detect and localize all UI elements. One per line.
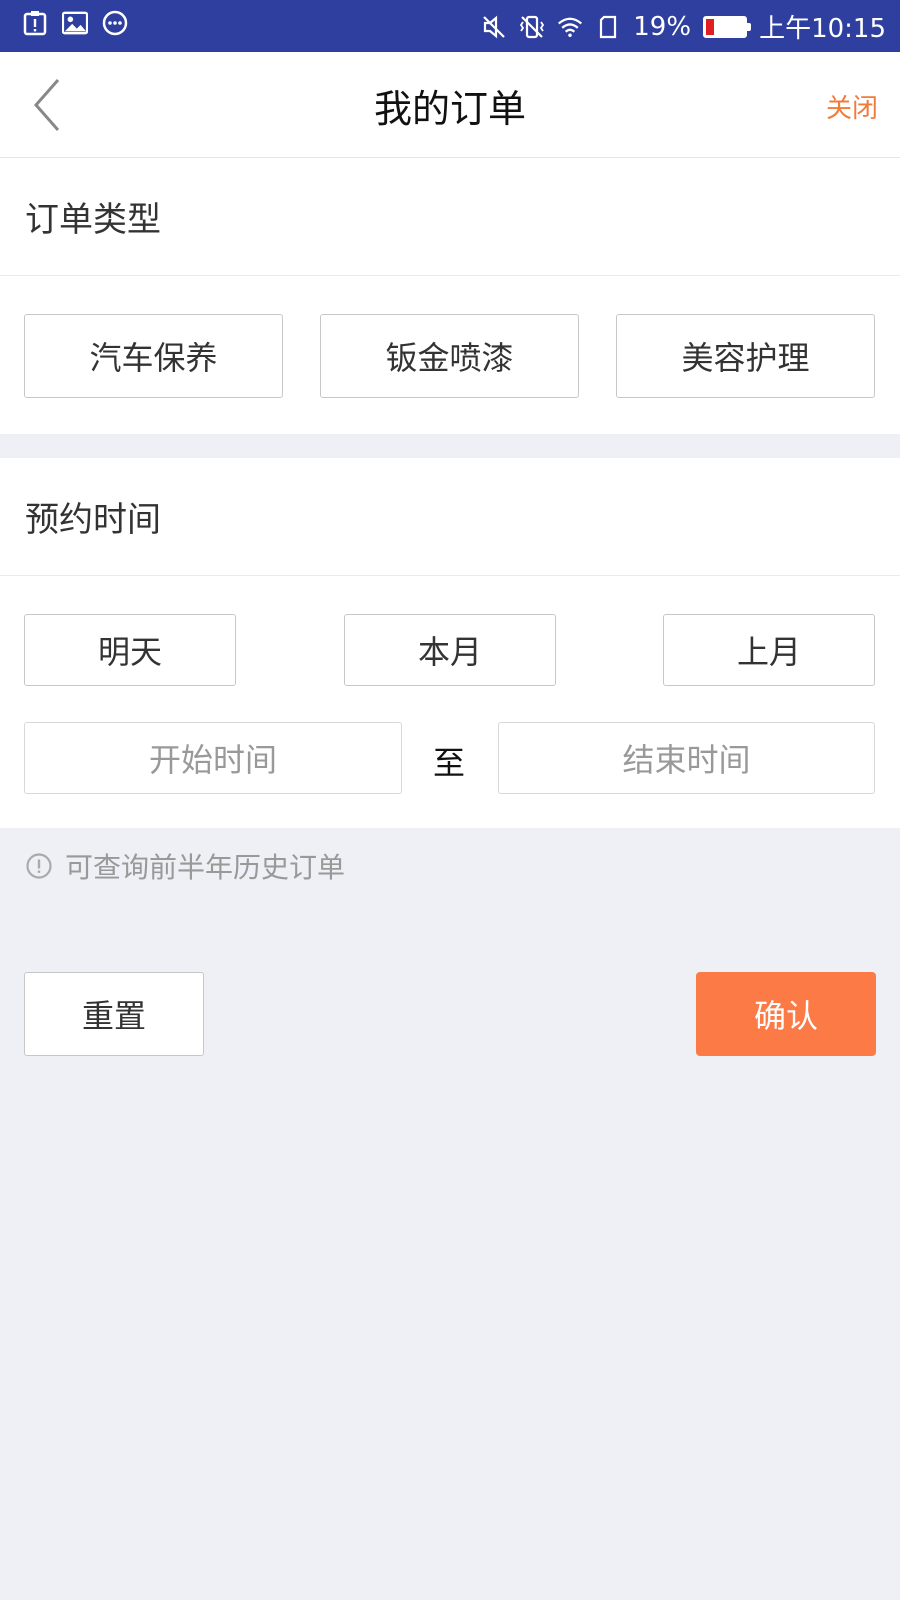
option-car-maintenance[interactable]: 汽车保养: [24, 314, 283, 398]
wifi-icon: [557, 14, 583, 40]
status-right: 19% 上午10:15: [481, 8, 886, 45]
booking-time-heading: 预约时间: [0, 458, 900, 576]
info-circle-icon: [26, 853, 52, 879]
reset-button[interactable]: 重置: [24, 972, 204, 1056]
to-label: 至: [433, 744, 466, 782]
booking-time-section: 预约时间 明天 本月 上月 开始时间 至 结束时间: [0, 458, 900, 828]
end-time-input[interactable]: 结束时间: [498, 722, 875, 794]
clock: 上午10:15: [759, 14, 886, 44]
status-bar: 19% 上午10:15: [0, 0, 900, 52]
option-beauty-care[interactable]: 美容护理: [616, 314, 875, 398]
hint-text: 可查询前半年历史订单: [65, 851, 346, 884]
mute-icon: [481, 14, 507, 40]
history-hint: 可查询前半年历史订单: [25, 846, 345, 886]
order-type-heading: 订单类型: [0, 158, 900, 276]
page-title: 我的订单: [373, 87, 526, 131]
option-sheet-metal-paint[interactable]: 钣金喷漆: [320, 314, 579, 398]
confirm-button[interactable]: 确认: [696, 972, 876, 1056]
alert-clipboard-icon: [22, 10, 48, 36]
order-type-section: 订单类型 汽车保养 钣金喷漆 美容护理: [0, 158, 900, 434]
status-left-icons: [22, 10, 128, 36]
vibrate-off-icon: [519, 14, 545, 40]
nav-bar: 我的订单 关闭: [0, 52, 900, 158]
battery-icon: [703, 15, 752, 38]
battery-percent: 19%: [633, 11, 692, 42]
option-this-month[interactable]: 本月: [344, 614, 556, 686]
start-time-input[interactable]: 开始时间: [24, 722, 402, 794]
option-tomorrow[interactable]: 明天: [24, 614, 236, 686]
more-dots-icon: [102, 10, 128, 36]
close-button[interactable]: 关闭: [826, 88, 878, 125]
image-icon: [62, 10, 88, 36]
option-last-month[interactable]: 上月: [663, 614, 875, 686]
sim-icon: [595, 14, 621, 40]
battery-fill: [706, 18, 714, 35]
